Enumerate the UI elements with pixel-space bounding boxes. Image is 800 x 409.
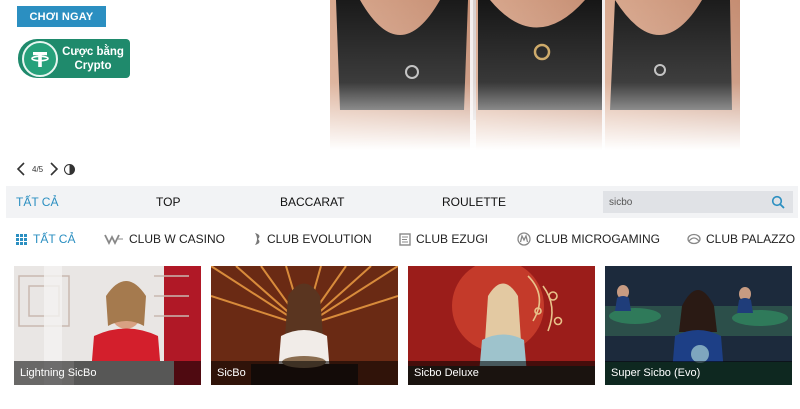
game-card-lightning-sicbo[interactable]: Lightning SicBo: [14, 266, 201, 385]
search-input[interactable]: [603, 196, 763, 208]
game-title: Sicbo Deluxe: [408, 361, 595, 385]
crypto-bet-badge[interactable]: Cược bằng Crypto: [18, 39, 130, 78]
club-all-label: TẤT CẢ: [33, 232, 76, 246]
game-title: Super Sicbo (Evo): [605, 361, 792, 385]
club-microgaming[interactable]: CLUB MICROGAMING: [517, 226, 660, 252]
club-evolution-label: CLUB EVOLUTION: [267, 232, 372, 246]
game-title: Lightning SicBo: [14, 361, 201, 385]
game-card-sicbo-deluxe[interactable]: Sicbo Deluxe: [408, 266, 595, 385]
search-box: [603, 191, 793, 213]
club-palazzo-label: CLUB PALAZZO: [706, 232, 796, 246]
search-icon[interactable]: [767, 191, 789, 213]
tether-icon: [22, 40, 58, 77]
game-card-super-sicbo-evo[interactable]: Super Sicbo (Evo): [605, 266, 792, 385]
game-card-sicbo[interactable]: SicBo: [211, 266, 398, 385]
category-roulette[interactable]: ROULETTE: [442, 186, 506, 218]
chevron-right-icon[interactable]: [47, 160, 61, 178]
hero-dealers-image: [330, 0, 800, 150]
chevron-left-icon[interactable]: [14, 160, 28, 178]
club-ezugi[interactable]: CLUB EZUGI: [399, 226, 488, 252]
banner-pager: 4/5: [14, 160, 76, 178]
crypto-line-2: Crypto: [74, 59, 112, 72]
grid-icon: [14, 232, 28, 246]
microgaming-logo-icon: [517, 232, 531, 246]
w-casino-logo-icon: [104, 232, 124, 246]
pager-count: 4/5: [32, 164, 44, 174]
crypto-bet-label: Cược bằng Crypto: [60, 45, 126, 73]
category-all[interactable]: TẤT CẢ: [16, 186, 58, 218]
category-top[interactable]: TOP: [156, 186, 180, 218]
game-title: SicBo: [211, 361, 398, 385]
category-baccarat[interactable]: BACCARAT: [280, 186, 344, 218]
club-w-casino-label: CLUB W CASINO: [129, 232, 226, 246]
game-grid: Lightning SicBo SicBo Sicbo Deluxe Super…: [0, 266, 800, 386]
club-evolution[interactable]: CLUB EVOLUTION: [252, 226, 372, 252]
play-now-button[interactable]: CHƠI NGAY: [17, 6, 106, 27]
club-w-casino[interactable]: CLUB W CASINO: [104, 226, 225, 252]
club-palazzo[interactable]: CLUB PALAZZO: [687, 226, 795, 252]
evolution-logo-icon: [252, 232, 263, 246]
category-bar: TẤT CẢ TOP BACCARAT ROULETTE: [6, 186, 798, 218]
ezugi-logo-icon: [399, 232, 411, 246]
club-filter-bar: TẤT CẢ CLUB W CASINO CLUB EVOLUTION CLUB…: [0, 226, 800, 252]
half-circle-icon[interactable]: [64, 163, 76, 175]
crypto-line-1: Cược bằng: [62, 45, 124, 58]
club-ezugi-label: CLUB EZUGI: [416, 232, 489, 246]
hero-banner: CHƠI NGAY Cược bằng Crypto: [0, 0, 800, 150]
palazzo-logo-icon: [687, 232, 701, 246]
club-microgaming-label: CLUB MICROGAMING: [536, 232, 661, 246]
club-all[interactable]: TẤT CẢ: [14, 226, 75, 252]
